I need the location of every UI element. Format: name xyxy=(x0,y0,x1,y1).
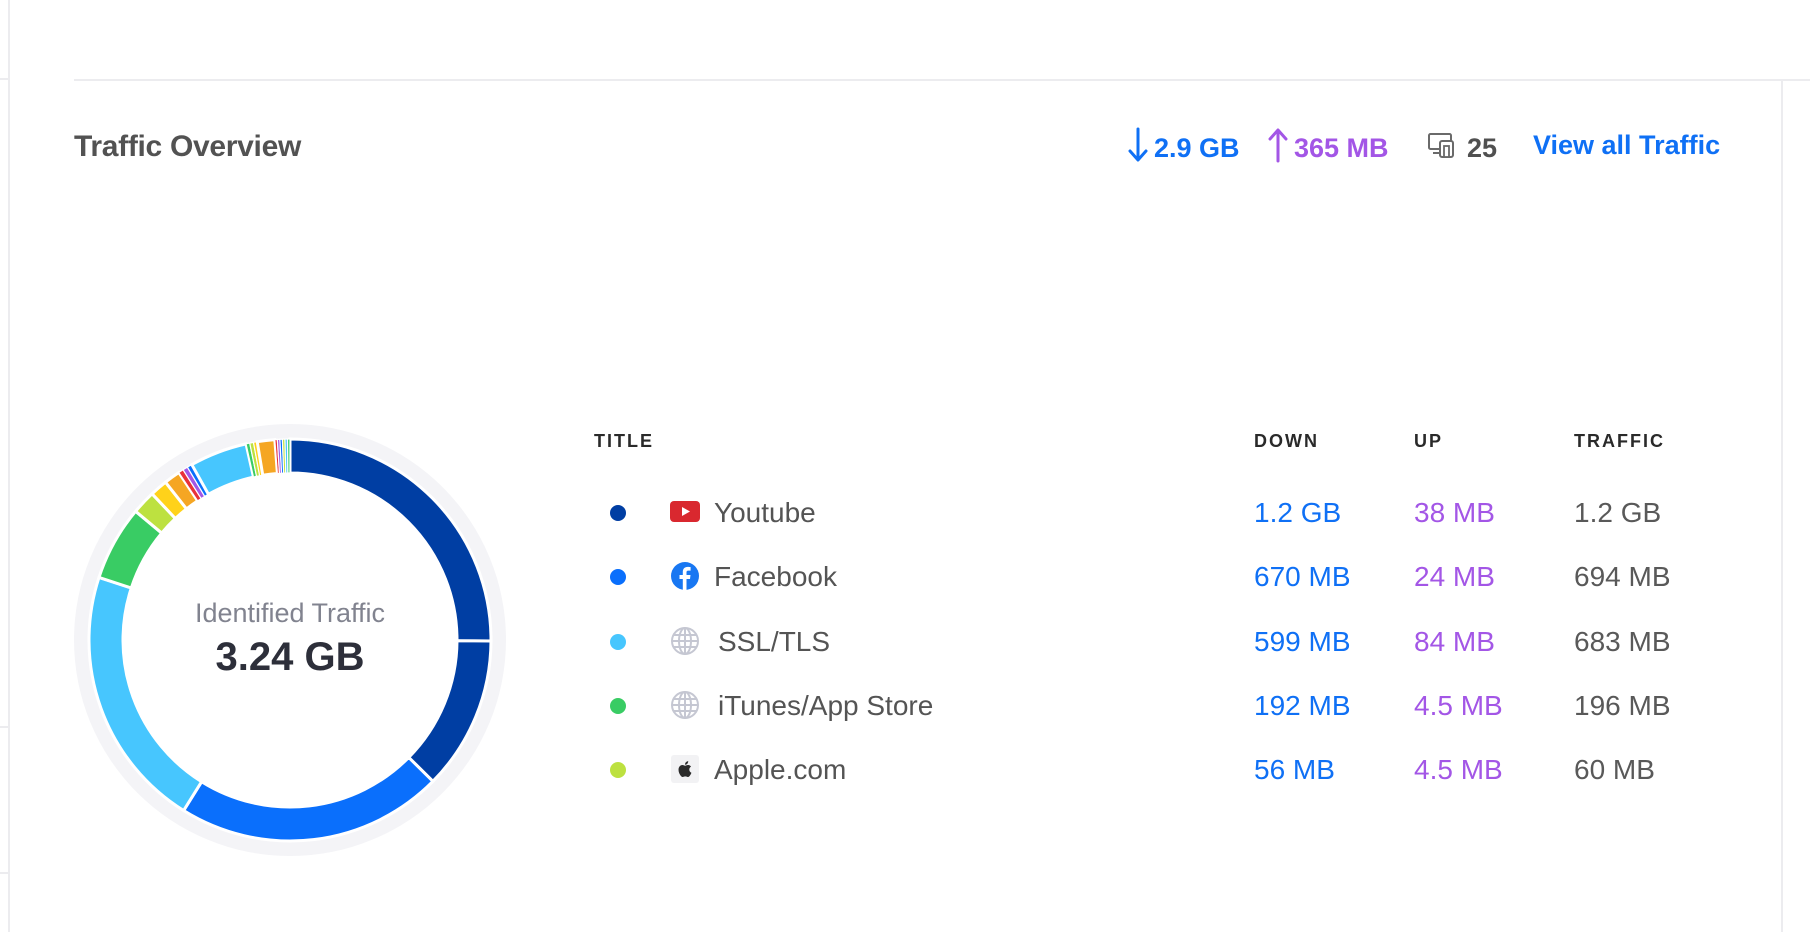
column-header-title[interactable]: TITLE xyxy=(594,431,654,452)
up-value: 84 MB xyxy=(1414,626,1495,657)
up-value: 38 MB xyxy=(1414,497,1495,528)
app-name: Apple.com xyxy=(714,754,847,785)
up-value: 4.5 MB xyxy=(1414,690,1503,721)
download-stat: 2.9 GB xyxy=(1128,127,1240,166)
donut-total: 3.24 GB xyxy=(215,635,365,679)
color-dot xyxy=(610,505,626,521)
traffic-value: 196 MB xyxy=(1574,690,1671,721)
left-panel-border xyxy=(8,0,10,932)
app-name: Facebook xyxy=(714,561,837,592)
youtube-icon xyxy=(670,497,700,527)
left-panel-divider xyxy=(0,726,9,728)
traffic-value: 1.2 GB xyxy=(1574,497,1662,528)
down-value: 1.2 GB xyxy=(1254,497,1342,528)
donut-label: Identified Traffic xyxy=(194,598,386,628)
download-value: 2.9 GB xyxy=(1154,132,1240,163)
globe-icon xyxy=(670,626,700,656)
color-dot xyxy=(610,634,626,650)
table-row[interactable]: iTunes/App Store 192 MB 4.5 MB 196 MB xyxy=(594,682,1754,730)
traffic-value: 683 MB xyxy=(1574,626,1671,657)
apple-icon xyxy=(670,754,700,784)
view-all-traffic-link[interactable]: View all Traffic xyxy=(1533,130,1720,161)
column-header-up[interactable]: UP xyxy=(1414,431,1443,452)
down-value: 56 MB xyxy=(1254,754,1335,785)
column-header-traffic[interactable]: TRAFFIC xyxy=(1574,431,1665,452)
arrow-up-icon xyxy=(1268,127,1288,170)
down-value: 599 MB xyxy=(1254,626,1351,657)
page-title: Traffic Overview xyxy=(74,130,301,163)
section-divider xyxy=(74,79,1810,81)
table-row[interactable]: Apple.com 56 MB 4.5 MB 60 MB xyxy=(594,746,1754,794)
devices-icon xyxy=(1427,132,1455,165)
color-dot xyxy=(610,762,626,778)
table-row[interactable]: SSL/TLS 599 MB 84 MB 683 MB xyxy=(594,618,1754,666)
table-row[interactable]: Youtube 1.2 GB 38 MB 1.2 GB xyxy=(594,489,1754,537)
left-panel-divider xyxy=(0,872,9,874)
devices-stat: 25 xyxy=(1427,130,1497,166)
facebook-icon xyxy=(670,561,700,591)
up-value: 24 MB xyxy=(1414,561,1495,592)
right-panel-border xyxy=(1781,80,1783,932)
table-row[interactable]: Facebook 670 MB 24 MB 694 MB xyxy=(594,553,1754,601)
down-value: 670 MB xyxy=(1254,561,1351,592)
arrow-down-icon xyxy=(1128,127,1148,170)
color-dot xyxy=(610,569,626,585)
left-panel-divider xyxy=(0,78,9,80)
globe-icon xyxy=(670,690,700,720)
upload-stat: 365 MB xyxy=(1268,128,1389,166)
app-name: iTunes/App Store xyxy=(718,690,934,721)
donut-slice-other-16[interactable] xyxy=(286,438,291,474)
traffic-value: 60 MB xyxy=(1574,754,1655,785)
column-header-down[interactable]: DOWN xyxy=(1254,431,1319,452)
app-name: SSL/TLS xyxy=(718,626,831,657)
devices-count: 25 xyxy=(1467,132,1498,163)
app-name: Youtube xyxy=(714,497,816,528)
traffic-value: 694 MB xyxy=(1574,561,1671,592)
up-value: 4.5 MB xyxy=(1414,754,1503,785)
down-value: 192 MB xyxy=(1254,690,1351,721)
color-dot xyxy=(610,698,626,714)
upload-value: 365 MB xyxy=(1294,132,1389,163)
